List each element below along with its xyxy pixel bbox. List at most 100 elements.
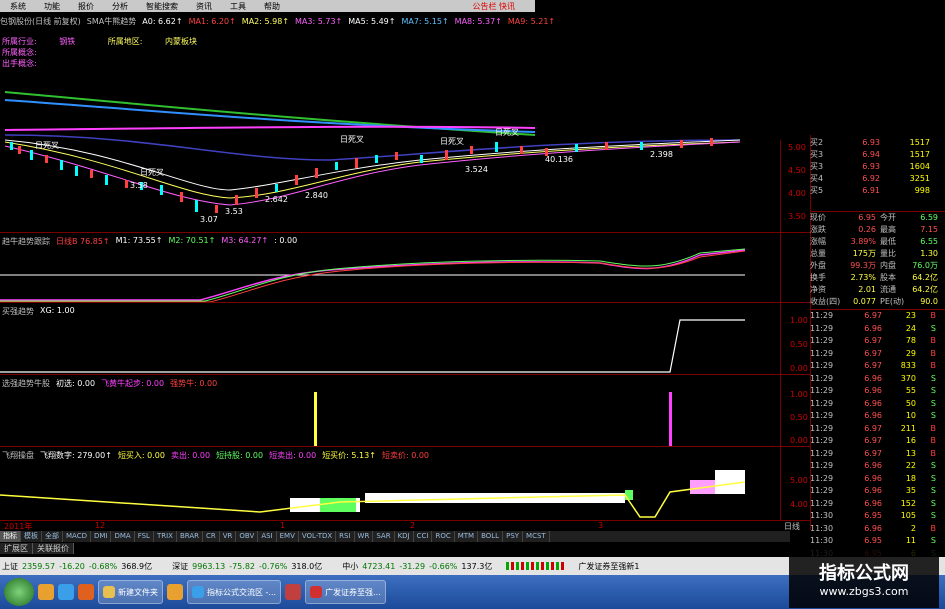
tick-list[interactable]: 11:29 6.97 23 B 11:29 6.96 24 S 11:29 6.97 78 B 11:2… bbox=[810, 309, 945, 560]
stat-row: 总量 175万 量比 1.30 bbox=[810, 249, 938, 258]
tab-sar[interactable]: SAR bbox=[373, 531, 395, 542]
tab-fsl[interactable]: FSL bbox=[135, 531, 154, 542]
tick-volume: 13 bbox=[905, 448, 916, 458]
menu-item-news[interactable]: 资讯 bbox=[196, 1, 212, 12]
menu-item-analysis[interactable]: 分析 bbox=[112, 1, 128, 12]
tab-obv[interactable]: OBV bbox=[236, 531, 259, 542]
tab-mtm[interactable]: MTM bbox=[455, 531, 479, 542]
app-icon[interactable] bbox=[285, 584, 302, 600]
watermark-title: 指标公式网 bbox=[819, 562, 909, 584]
menu-alert[interactable]: 公告栏 快讯 bbox=[472, 1, 515, 12]
tab-wr[interactable]: WR bbox=[355, 531, 374, 542]
panel3-chart[interactable] bbox=[0, 378, 780, 446]
tab-指标[interactable]: 指标 bbox=[0, 531, 21, 542]
panel1-chart[interactable] bbox=[0, 245, 780, 302]
tab-asi[interactable]: ASI bbox=[258, 531, 277, 542]
tab-dma[interactable]: DMA bbox=[111, 531, 135, 542]
tick-volume: 10 bbox=[905, 411, 916, 420]
tick-price: 6.96 bbox=[864, 373, 882, 383]
app-icon bbox=[310, 586, 323, 598]
tick-volume: 370 bbox=[900, 373, 916, 383]
a0-value: A0: 6.62↑ bbox=[142, 17, 183, 26]
region-label: 所属地区: bbox=[107, 37, 143, 46]
price-chart[interactable]: 日死叉 日死叉 日死叉 日死叉 日死叉 2.642 2.840 3.524 40… bbox=[0, 80, 780, 235]
tab-macd[interactable]: MACD bbox=[63, 531, 91, 542]
tick-time: 11:29 bbox=[810, 436, 834, 445]
x-label-3: 1 bbox=[280, 521, 286, 530]
tick-price: 6.97 bbox=[864, 336, 882, 345]
tick-direction: B bbox=[930, 448, 937, 458]
tab-全部[interactable]: 全部 bbox=[42, 531, 63, 542]
tick-time: 11:29 bbox=[810, 373, 834, 383]
menu-bar: 系统 功能 报价 分析 智能搜索 资讯 工具 帮助 公告栏 快讯 bbox=[0, 0, 535, 12]
tab-boll[interactable]: BOLL bbox=[478, 531, 504, 542]
menu-item-system[interactable]: 系统 bbox=[10, 1, 26, 12]
tick-row: 11:29 6.97 211 B bbox=[810, 423, 945, 436]
price-label-2: 2.840 bbox=[305, 191, 328, 200]
ie-icon[interactable] bbox=[58, 584, 74, 600]
tick-volume: 11 bbox=[905, 536, 916, 545]
tab-cr[interactable]: CR bbox=[203, 531, 220, 542]
tick-price: 6.95 bbox=[864, 511, 882, 520]
sub-tabs: 扩展区 关联报价 bbox=[0, 543, 74, 554]
tab-cci[interactable]: CCI bbox=[414, 531, 433, 542]
x-label-2: 12 bbox=[95, 521, 106, 530]
tick-price: 6.96 bbox=[864, 486, 882, 495]
x-axis: 2011年 12 1 2 3 bbox=[0, 521, 780, 531]
price-label-4: 40.136 bbox=[545, 155, 573, 164]
taskbar-item-folder[interactable]: 新建文件夹 bbox=[98, 580, 163, 604]
tick-direction: S bbox=[930, 511, 936, 520]
tick-direction: S bbox=[930, 323, 936, 333]
tick-row: 11:30 6.96 2 B bbox=[810, 523, 945, 536]
tab-extension[interactable]: 扩展区 bbox=[0, 543, 33, 554]
start-button[interactable] bbox=[4, 578, 34, 606]
zx-value: 4723.41 bbox=[362, 561, 396, 571]
stat-row: 涨跌 0.26 最高 7.15 bbox=[810, 225, 938, 234]
menu-item-help[interactable]: 帮助 bbox=[264, 1, 280, 12]
tick-time: 11:29 bbox=[810, 336, 834, 345]
menu-item-quote[interactable]: 报价 bbox=[78, 1, 94, 12]
explorer-icon[interactable] bbox=[167, 584, 183, 600]
taskbar-item-trading[interactable]: 广发证券至强... bbox=[305, 580, 386, 604]
taskbar-item-browser[interactable]: 指标公式交流区 -... bbox=[187, 580, 282, 604]
tick-row: 11:29 6.96 370 S bbox=[810, 373, 945, 386]
tick-time: 11:29 bbox=[810, 386, 834, 395]
tick-price: 6.96 bbox=[864, 411, 882, 420]
menu-item-search[interactable]: 智能搜索 bbox=[146, 1, 178, 12]
tick-time: 11:29 bbox=[810, 323, 834, 333]
divider bbox=[0, 302, 810, 303]
folder-icon[interactable] bbox=[38, 584, 54, 600]
panel3-ytick-2: 0.50 bbox=[790, 413, 808, 422]
tick-time: 11:29 bbox=[810, 361, 834, 370]
tab-related-quote[interactable]: 关联报价 bbox=[33, 543, 74, 554]
tab-psy[interactable]: PSY bbox=[503, 531, 524, 542]
tab-vol-tdx[interactable]: VOL-TDX bbox=[299, 531, 337, 542]
tab-rsi[interactable]: RSI bbox=[336, 531, 355, 542]
stat-row: 换手 2.73% 股本 64.2亿 bbox=[810, 273, 938, 282]
tab-roc[interactable]: ROC bbox=[432, 531, 455, 542]
panel4-chart[interactable] bbox=[0, 460, 780, 520]
menu-item-function[interactable]: 功能 bbox=[44, 1, 60, 12]
panel2-chart[interactable] bbox=[0, 305, 780, 374]
tab-kdj[interactable]: KDJ bbox=[395, 531, 414, 542]
tab-emv[interactable]: EMV bbox=[277, 531, 299, 542]
sz-value: 9963.13 bbox=[192, 561, 226, 571]
tick-direction: B bbox=[930, 348, 937, 358]
tick-direction: S bbox=[930, 473, 936, 483]
tab-vr[interactable]: VR bbox=[220, 531, 237, 542]
tab-模板[interactable]: 模板 bbox=[21, 531, 42, 542]
indicator-tabs: 指标 模板 全部 MACD DMI DMA FSL TRIX BRAR CR VR OBV ASI EMV… bbox=[0, 531, 790, 542]
tick-direction: S bbox=[930, 398, 936, 408]
menu-item-tools[interactable]: 工具 bbox=[230, 1, 246, 12]
tick-time: 11:29 bbox=[810, 498, 834, 508]
media-icon[interactable] bbox=[78, 584, 94, 600]
tick-price: 6.95 bbox=[864, 536, 882, 545]
tab-dmi[interactable]: DMI bbox=[91, 531, 112, 542]
tab-brar[interactable]: BRAR bbox=[177, 531, 203, 542]
ma2-value: MA2: 5.98↑ bbox=[241, 17, 290, 26]
industry-label: 所属行业: bbox=[2, 37, 37, 46]
tab-mcst[interactable]: MCST bbox=[523, 531, 550, 542]
stat-row: 涨幅 3.89% 最低 6.55 bbox=[810, 237, 938, 246]
tab-trix[interactable]: TRIX bbox=[154, 531, 177, 542]
tick-price: 6.96 bbox=[864, 461, 882, 470]
